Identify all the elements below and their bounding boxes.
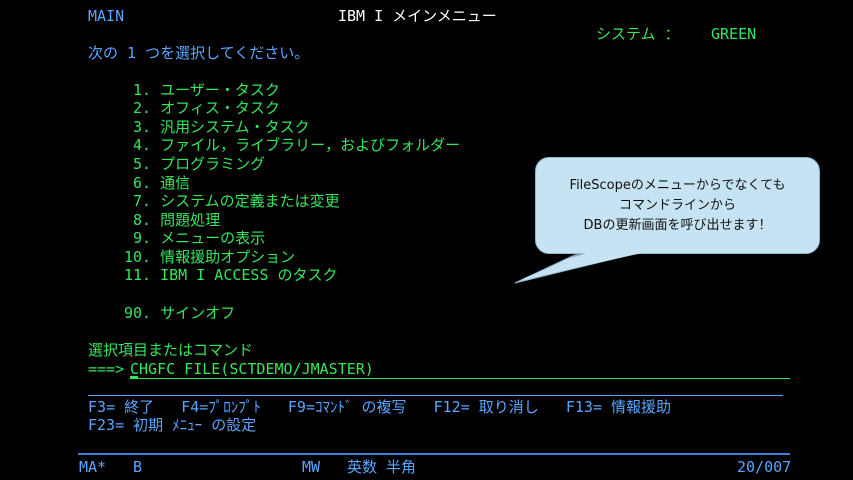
text-cursor [130, 376, 138, 378]
menu-item-label: オフィス・タスク [160, 99, 280, 117]
system-name: GREEN [711, 25, 757, 43]
menu-item-label: 汎用システム・タスク [160, 118, 310, 136]
menu-item-number: 10. [124, 248, 152, 266]
status-bar-rule [78, 453, 790, 455]
function-keys-line-1[interactable]: F3= 終了 F4=ﾌﾟﾛﾝﾌﾟﾄ F9=ｺﾏﾝﾄﾞ の複写 F12= 取り消し… [88, 398, 671, 416]
menu-item-90[interactable]: 90. サインオフ [124, 304, 235, 322]
menu-item-label: システムの定義または変更 [160, 192, 340, 210]
command-arrow: ===> [88, 360, 125, 378]
menu-item-number: 2. [124, 99, 152, 117]
menu-item-label: IBM I ACCESS のタスク [160, 266, 338, 284]
screen-id: MAIN [88, 7, 125, 25]
menu-item-6[interactable]: 6. 通信 [124, 174, 190, 192]
menu-item-number: 1. [124, 81, 152, 99]
status-indicator: MA* [79, 458, 107, 476]
status-mode: MW [302, 458, 321, 476]
menu-item-number: 3. [124, 118, 152, 136]
callout-text: FileScopeのメニューからでなくても コマンドラインから DBの更新画面を… [569, 177, 786, 233]
menu-item-label: 問題処理 [160, 211, 221, 229]
menu-item-number: 7. [124, 192, 152, 210]
menu-item-10[interactable]: 10. 情報援助オプション [124, 248, 295, 266]
menu-item-label: プログラミング [160, 155, 266, 173]
menu-item-8[interactable]: 8. 問題処理 [124, 211, 220, 229]
function-keys-line-2[interactable]: F23= 初期 ﾒﾆｭｰ の設定 [88, 416, 256, 434]
menu-item-label: メニューの表示 [160, 229, 266, 247]
system-label: システム ： [596, 25, 680, 43]
separator-line [88, 395, 783, 396]
command-label: 選択項目またはコマンド [88, 341, 254, 359]
menu-item-label: ユーザー・タスク [160, 81, 280, 99]
menu-item-1[interactable]: 1. ユーザー・タスク [124, 81, 280, 99]
menu-item-number: 11. [124, 266, 152, 284]
menu-item-label: 情報援助オプション [160, 248, 296, 266]
menu-item-number: 9. [124, 229, 152, 247]
selection-prompt: 次の 1 つを選択してください。 [88, 44, 310, 62]
menu-item-2[interactable]: 2. オフィス・タスク [124, 99, 280, 117]
screen-title: IBM I メインメニュー [338, 7, 497, 25]
status-cursor-position: 20/007 [737, 458, 792, 476]
menu-item-9[interactable]: 9. メニューの表示 [124, 229, 265, 247]
menu-item-label: ファイル，ライブラリー，およびフォルダー [160, 136, 461, 154]
menu-item-number: 4. [124, 136, 152, 154]
menu-item-number: 90. [124, 304, 152, 322]
menu-item-label: 通信 [160, 174, 191, 192]
menu-item-number: 8. [124, 211, 152, 229]
menu-item-number: 5. [124, 155, 152, 173]
callout-bubble: FileScopeのメニューからでなくても コマンドラインから DBの更新画面を… [535, 157, 820, 254]
menu-item-5[interactable]: 5. プログラミング [124, 155, 265, 173]
menu-item-7[interactable]: 7. システムの定義または変更 [124, 192, 340, 210]
menu-item-label: サインオフ [160, 304, 236, 322]
menu-item-4[interactable]: 4. ファイル，ライブラリー，およびフォルダー [124, 136, 460, 154]
command-input-value: CHGFC FILE(SCTDEMO/JMASTER) [130, 360, 374, 378]
command-input[interactable]: CHGFC FILE(SCTDEMO/JMASTER) [130, 360, 790, 379]
status-session: B [133, 458, 143, 476]
status-input-mode: 英数 半角 [347, 458, 417, 476]
menu-item-11[interactable]: 11. IBM I ACCESS のタスク [124, 266, 338, 284]
menu-item-number: 6. [124, 174, 152, 192]
menu-item-3[interactable]: 3. 汎用システム・タスク [124, 118, 310, 136]
